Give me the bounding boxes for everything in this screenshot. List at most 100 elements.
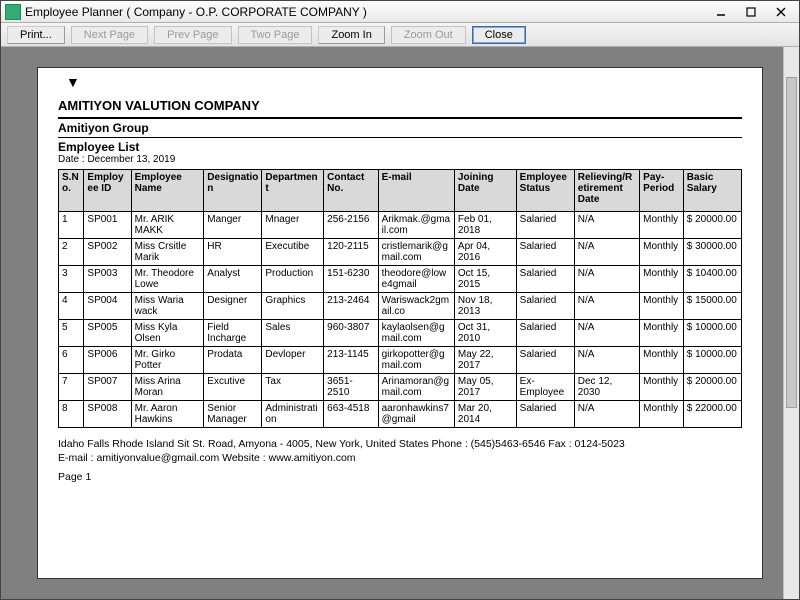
cell-contact: 256-2156	[324, 212, 378, 239]
page-number: Page 1	[58, 471, 742, 483]
cell-salary: $ 20000.00	[683, 374, 741, 401]
cell-payperiod: Monthly	[640, 293, 684, 320]
table-row: 8SP008Mr. Aaron HawkinsSenior ManagerAdm…	[59, 401, 742, 428]
cell-joining: Feb 01, 2018	[454, 212, 516, 239]
cell-desig: Senior Manager	[204, 401, 262, 428]
cell-empid: SP008	[84, 401, 131, 428]
titlebar: Employee Planner ( Company - O.P. CORPOR…	[1, 1, 799, 23]
close-preview-button[interactable]: Close	[472, 26, 526, 44]
cell-contact: 663-4518	[324, 401, 378, 428]
cell-joining: Oct 31, 2010	[454, 320, 516, 347]
col-relieving: Relieving/Retirement Date	[574, 170, 639, 212]
cell-relieving: N/A	[574, 239, 639, 266]
cell-payperiod: Monthly	[640, 374, 684, 401]
cell-contact: 3651-2510	[324, 374, 378, 401]
cell-relieving: Dec 12, 2030	[574, 374, 639, 401]
cell-email: theodore@lowe4gmail	[378, 266, 454, 293]
cell-status: Salaried	[516, 239, 574, 266]
cell-relieving: N/A	[574, 266, 639, 293]
cell-status: Salaried	[516, 293, 574, 320]
divider	[58, 117, 742, 119]
vertical-scrollbar[interactable]	[783, 47, 799, 599]
cell-sno: 8	[59, 401, 84, 428]
cell-payperiod: Monthly	[640, 401, 684, 428]
cell-desig: Prodata	[204, 347, 262, 374]
col-department: Department	[262, 170, 324, 212]
col-email: E-mail	[378, 170, 454, 212]
cell-empid: SP007	[84, 374, 131, 401]
cell-name: Mr. Girko Potter	[131, 347, 204, 374]
cell-contact: 213-2464	[324, 293, 378, 320]
cell-joining: May 05, 2017	[454, 374, 516, 401]
report-page: ▼ AMITIYON VALUTION COMPANY Amitiyon Gro…	[37, 67, 763, 579]
cell-payperiod: Monthly	[640, 212, 684, 239]
col-joining: Joining Date	[454, 170, 516, 212]
cell-email: aaronhawkins7@gmail	[378, 401, 454, 428]
print-button[interactable]: Print...	[7, 26, 65, 44]
cell-payperiod: Monthly	[640, 239, 684, 266]
directive-icon: ▼	[66, 74, 80, 90]
group-name: Amitiyon Group	[58, 121, 742, 135]
app-icon	[5, 4, 21, 20]
preview-viewport: ▼ AMITIYON VALUTION COMPANY Amitiyon Gro…	[1, 47, 799, 599]
scrollbar-thumb[interactable]	[786, 77, 797, 408]
cell-desig: Field Incharge	[204, 320, 262, 347]
zoom-in-button[interactable]: Zoom In	[318, 26, 384, 44]
table-row: 7SP007Miss Arina MoranExcutiveTax3651-25…	[59, 374, 742, 401]
col-contact: Contact No.	[324, 170, 378, 212]
cell-name: Mr. Aaron Hawkins	[131, 401, 204, 428]
cell-dept: Sales	[262, 320, 324, 347]
cell-email: Wariswack2gmail.co	[378, 293, 454, 320]
next-page-button: Next Page	[71, 26, 148, 44]
cell-salary: $ 30000.00	[683, 239, 741, 266]
cell-empid: SP001	[84, 212, 131, 239]
zoom-out-button: Zoom Out	[391, 26, 466, 44]
cell-desig: Manger	[204, 212, 262, 239]
cell-dept: Mnager	[262, 212, 324, 239]
cell-email: Arikmak.@gmail.com	[378, 212, 454, 239]
maximize-button[interactable]	[737, 3, 765, 21]
close-button[interactable]	[767, 3, 795, 21]
cell-payperiod: Monthly	[640, 266, 684, 293]
cell-status: Ex-Employee	[516, 374, 574, 401]
cell-contact: 151-6230	[324, 266, 378, 293]
prev-page-button: Prev Page	[154, 26, 231, 44]
cell-status: Salaried	[516, 266, 574, 293]
cell-name: Miss Crsitle Marik	[131, 239, 204, 266]
cell-contact: 960-3807	[324, 320, 378, 347]
table-row: 5SP005Miss Kyla OlsenField InchargeSales…	[59, 320, 742, 347]
footer-contact: E-mail : amitiyonvalue@gmail.com Website…	[58, 452, 742, 466]
cell-salary: $ 10000.00	[683, 347, 741, 374]
cell-dept: Production	[262, 266, 324, 293]
cell-empid: SP003	[84, 266, 131, 293]
cell-salary: $ 15000.00	[683, 293, 741, 320]
cell-sno: 3	[59, 266, 84, 293]
employee-table: S.No. Employee ID Employee Name Designat…	[58, 169, 742, 428]
col-status: Employee Status	[516, 170, 574, 212]
cell-salary: $ 10400.00	[683, 266, 741, 293]
cell-email: girkopotter@gmail.com	[378, 347, 454, 374]
cell-joining: Oct 15, 2015	[454, 266, 516, 293]
col-salary: Basic Salary	[683, 170, 741, 212]
cell-dept: Administration	[262, 401, 324, 428]
col-empid: Employee ID	[84, 170, 131, 212]
footer-address: Idaho Falls Rhode Island Sit St. Road, A…	[58, 438, 742, 452]
cell-sno: 2	[59, 239, 84, 266]
table-header-row: S.No. Employee ID Employee Name Designat…	[59, 170, 742, 212]
section-title: Employee List	[58, 140, 742, 154]
cell-relieving: N/A	[574, 401, 639, 428]
minimize-button[interactable]	[707, 3, 735, 21]
toolbar: Print... Next Page Prev Page Two Page Zo…	[1, 23, 799, 47]
table-row: 4SP004Miss Waria wackDesignerGraphics213…	[59, 293, 742, 320]
cell-payperiod: Monthly	[640, 347, 684, 374]
cell-contact: 213-1145	[324, 347, 378, 374]
cell-empid: SP004	[84, 293, 131, 320]
cell-status: Salaried	[516, 347, 574, 374]
company-name: AMITIYON VALUTION COMPANY	[58, 98, 742, 113]
col-sno: S.No.	[59, 170, 84, 212]
window-title: Employee Planner ( Company - O.P. CORPOR…	[25, 5, 705, 19]
cell-email: cristlemarik@gmail.com	[378, 239, 454, 266]
cell-sno: 6	[59, 347, 84, 374]
cell-dept: Devloper	[262, 347, 324, 374]
col-name: Employee Name	[131, 170, 204, 212]
